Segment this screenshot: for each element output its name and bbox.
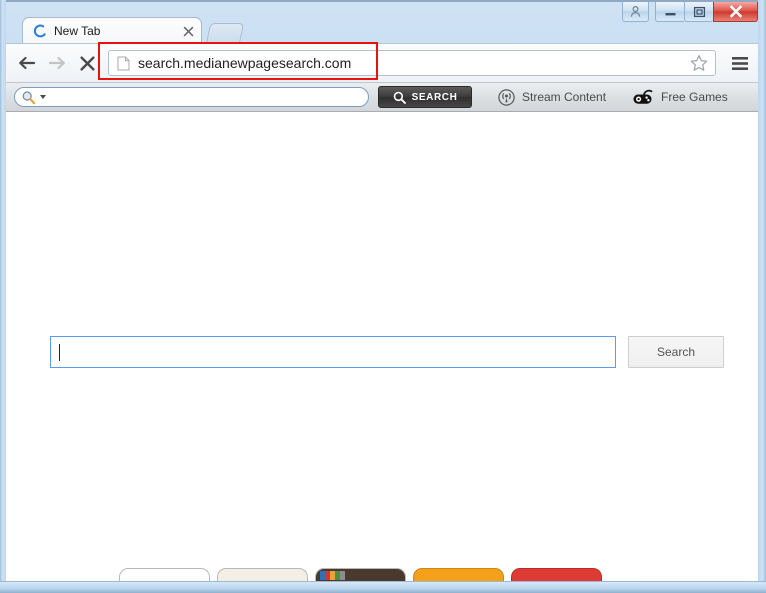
toolbar-item-stream-content[interactable]: Stream Content: [498, 88, 607, 106]
new-tab-button[interactable]: [205, 23, 245, 44]
forward-arrow-icon: [48, 56, 65, 70]
page-content: Search: [6, 112, 758, 581]
shortcut-tile-2[interactable]: [217, 568, 308, 581]
minimize-icon: [665, 12, 675, 15]
page-document-icon: [117, 56, 130, 70]
back-button[interactable]: [12, 48, 42, 78]
back-arrow-icon: [19, 56, 36, 70]
toolbar-item-free-games[interactable]: Free Games: [632, 89, 728, 105]
stop-icon: [79, 55, 95, 71]
shortcut-tile-3[interactable]: [315, 568, 406, 581]
tab-strip: New Tab: [6, 17, 760, 44]
chevron-down-icon[interactable]: [40, 95, 46, 99]
hamburger-menu-icon: [732, 56, 748, 70]
bookmark-star-icon[interactable]: [689, 53, 709, 73]
loading-spinner-icon: [33, 24, 46, 38]
search-icon: [393, 91, 406, 104]
window-left-border: [0, 0, 6, 593]
toolbar-search-input[interactable]: [14, 87, 369, 107]
gamepad-icon: [633, 89, 653, 104]
close-icon: [183, 26, 193, 36]
toolbar-item-label: Free Games: [661, 90, 728, 104]
shortcut-tiles: [6, 568, 758, 581]
shortcut-tile-1[interactable]: [119, 568, 210, 581]
navigation-bar: search.medianewpagesearch.com: [6, 43, 760, 82]
search-row: Search: [50, 336, 724, 368]
forward-button[interactable]: [42, 48, 72, 78]
maximize-icon: [693, 6, 705, 17]
broadcast-antenna-icon: [498, 88, 515, 106]
window-right-border: [758, 0, 766, 593]
tab-close-button[interactable]: [181, 24, 195, 38]
toolbar-item-label: Stream Content: [522, 90, 607, 104]
text-cursor: [59, 343, 60, 361]
url-text: search.medianewpagesearch.com: [138, 55, 352, 71]
browser-window: New Tab search.medianewpagesearch.com SE…: [0, 0, 766, 593]
search-input[interactable]: [50, 336, 616, 368]
toolbar-search-button-label: SEARCH: [411, 91, 458, 103]
toolbar-search-button[interactable]: SEARCH: [378, 86, 472, 108]
url-input[interactable]: search.medianewpagesearch.com: [108, 50, 716, 76]
tab-new-tab[interactable]: New Tab: [22, 17, 202, 44]
shortcut-tile-4[interactable]: [413, 568, 504, 581]
magnifier-icon: [22, 90, 36, 104]
hamburger-menu-button[interactable]: [726, 49, 754, 77]
window-bottom-border: [0, 581, 766, 593]
extension-toolbar: SEARCH Stream Content Free Games: [6, 82, 760, 112]
stop-button[interactable]: [72, 48, 102, 78]
color-strip-icon: [320, 571, 346, 580]
tab-title: New Tab: [54, 24, 101, 38]
url-bar-container: search.medianewpagesearch.com: [108, 50, 716, 76]
shortcut-tile-5[interactable]: [511, 568, 602, 581]
search-button[interactable]: Search: [628, 336, 724, 368]
